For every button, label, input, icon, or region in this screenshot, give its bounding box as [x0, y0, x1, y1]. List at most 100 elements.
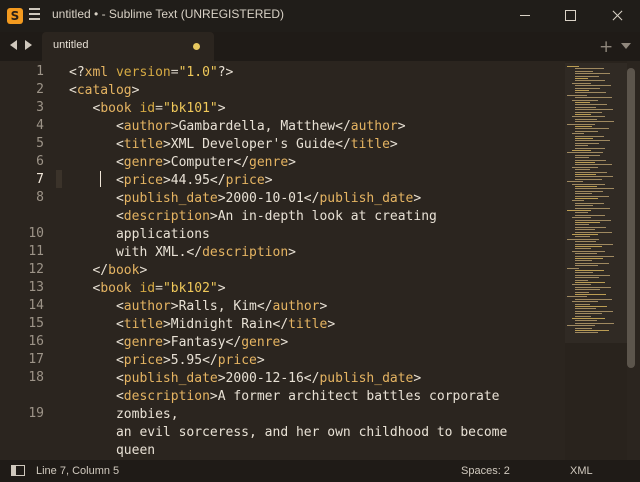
code-text[interactable]: <?xml version="1.0"?> <catalog> <book id=…: [69, 61, 565, 460]
maximize-button[interactable]: [548, 0, 594, 32]
code-token: book: [108, 263, 140, 278]
sublime-logo-icon: S: [7, 8, 23, 24]
minimap-line: [575, 142, 599, 144]
code-token: id: [139, 101, 156, 116]
code-line[interactable]: applications: [69, 226, 210, 244]
minimap-line: [572, 133, 584, 135]
code-token: >: [397, 119, 406, 134]
minimize-button[interactable]: [502, 0, 548, 32]
code-line[interactable]: <publish_date>2000-12-16</publish_date>: [69, 370, 421, 388]
minimap-line: [575, 186, 597, 187]
code-line[interactable]: <genre>Fantasy</genre>: [69, 334, 288, 352]
minimap-line: [575, 157, 589, 159]
close-button[interactable]: [594, 0, 640, 32]
minimap[interactable]: [565, 61, 627, 460]
minimap-line: [572, 200, 584, 202]
minimap-line: [575, 294, 606, 295]
minimap-line: [575, 97, 612, 99]
code-line[interactable]: <title>Midnight Rain</title>: [69, 316, 335, 334]
code-token: price: [123, 173, 163, 188]
minimap-line: [567, 325, 595, 327]
code-line[interactable]: <author>Ralls, Kim</author>: [69, 298, 327, 316]
minimap-line: [575, 130, 598, 132]
unsaved-indicator-icon[interactable]: [193, 43, 200, 50]
minimap-line: [575, 262, 609, 264]
code-line[interactable]: <author>Gambardella, Matthew</author>: [69, 118, 406, 136]
title-bar: S untitled • - Sublime Text (UNREGISTERE…: [0, 0, 640, 32]
minimap-line: [575, 303, 590, 305]
minimap-line: [575, 111, 602, 113]
minimap-line: [575, 164, 612, 166]
code-token: genre: [123, 155, 163, 170]
menu-icon[interactable]: [29, 8, 40, 20]
back-arrow-icon[interactable]: [10, 40, 17, 50]
line-number: 13: [28, 280, 44, 295]
code-line[interactable]: <?xml version="1.0"?>: [69, 64, 233, 82]
panel-toggle-icon[interactable]: [11, 465, 25, 476]
plus-icon[interactable]: +: [599, 37, 613, 57]
code-line[interactable]: with XML.</description>: [69, 244, 296, 262]
code-line[interactable]: <catalog>: [69, 82, 139, 100]
line-number: 8: [36, 190, 44, 205]
minimap-line: [575, 298, 612, 300]
tab-untitled[interactable]: untitled: [42, 32, 214, 61]
code-token: <: [69, 335, 124, 350]
minimap-line: [575, 102, 590, 103]
minimap-line: [575, 85, 611, 87]
minimap-line: [575, 80, 605, 82]
code-token: title: [123, 317, 163, 332]
indentation-setting[interactable]: Spaces: 2: [461, 465, 510, 477]
minimap-line: [575, 70, 593, 72]
minimap-line: [575, 106, 596, 108]
minimap-line: [567, 152, 603, 154]
code-token: =: [170, 65, 179, 80]
code-line[interactable]: <book id="bk101">: [69, 100, 226, 118]
code-token: >: [288, 155, 296, 170]
code-line[interactable]: zombies,: [69, 406, 179, 424]
code-token: author: [350, 119, 398, 134]
code-line[interactable]: <title>XML Developer's Guide</title>: [69, 136, 398, 154]
code-line[interactable]: <genre>Computer</genre>: [69, 154, 296, 172]
minimap-line: [575, 277, 599, 279]
code-token: >: [217, 101, 226, 116]
minimap-line: [567, 66, 579, 67]
syntax-mode[interactable]: XML: [570, 465, 593, 477]
code-token: description: [123, 389, 210, 404]
minimap-line: [575, 109, 613, 111]
code-token: ?>: [217, 65, 234, 80]
code-token: >: [131, 83, 140, 98]
code-line[interactable]: <book id="bk102">: [69, 280, 225, 298]
code-line[interactable]: <price>5.95</price>: [69, 352, 265, 370]
code-line[interactable]: <description>An in-depth look at creatin…: [69, 208, 437, 226]
code-token: author: [272, 299, 320, 314]
forward-arrow-icon[interactable]: [25, 40, 32, 50]
code-line[interactable]: an evil sorceress, and her own childhood…: [69, 424, 507, 442]
code-line[interactable]: </book>: [69, 262, 147, 280]
minimap-line: [575, 68, 604, 70]
code-line[interactable]: <publish_date>2000-10-01</publish_date>: [69, 190, 421, 208]
code-line[interactable]: <description>A former architect battles …: [69, 388, 500, 406]
code-token: <: [69, 371, 124, 386]
minimap-line: [572, 301, 598, 303]
code-token: >: [413, 191, 422, 206]
line-number: 18: [28, 370, 44, 385]
code-token: >A former architect battles corporate: [209, 389, 500, 404]
minimap-line: [575, 198, 598, 199]
line-number: 10: [28, 226, 44, 241]
minimap-line: [575, 253, 597, 255]
minimap-line: [575, 315, 591, 317]
code-line[interactable]: queen: [69, 442, 155, 460]
code-token: <: [69, 299, 124, 314]
minimap-line: [575, 231, 612, 233]
cursor-position[interactable]: Line 7, Column 5: [36, 465, 119, 477]
line-number: 7: [36, 172, 44, 187]
vertical-scrollbar[interactable]: [627, 68, 635, 368]
code-token: title: [123, 137, 163, 152]
code-token: =: [155, 101, 163, 116]
chevron-down-icon[interactable]: [621, 43, 631, 49]
code-token: >: [288, 245, 296, 260]
code-token: >Ralls, Kim</: [170, 299, 273, 314]
code-token: genre: [241, 335, 281, 350]
editor-area[interactable]: 1 2 3 4 5 6 7 8 10 11 12 13 14 15 16 17 18 19 <?xml versi…: [0, 61, 640, 460]
